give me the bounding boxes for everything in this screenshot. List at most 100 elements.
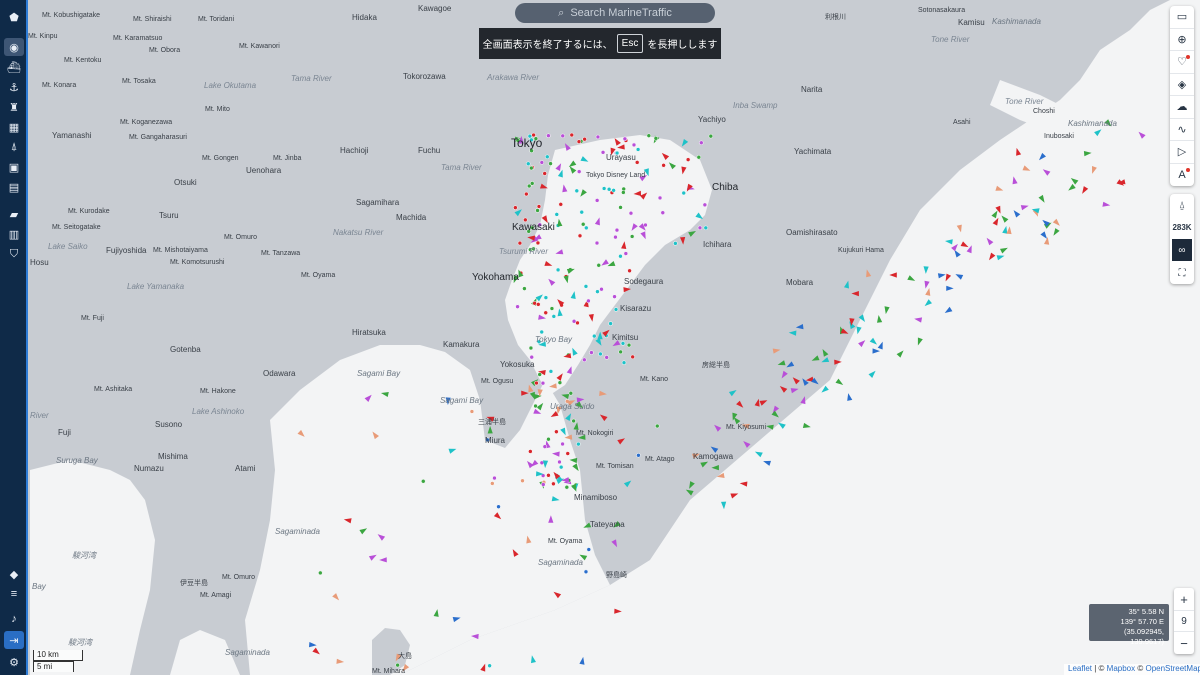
vessel-marker[interactable]: [681, 190, 686, 196]
vessel-marker[interactable]: [522, 286, 527, 291]
vessel-marker[interactable]: [592, 333, 597, 339]
fleet-icon[interactable]: ▤: [4, 178, 24, 196]
vessel-marker[interactable]: [618, 205, 623, 210]
vessel-marker[interactable]: [660, 210, 666, 215]
mapbox-link[interactable]: Mapbox: [1107, 664, 1135, 673]
vessel-marker[interactable]: [628, 210, 634, 216]
vessel-marker[interactable]: [576, 139, 582, 144]
vessel-marker[interactable]: [618, 254, 623, 259]
vessel-marker[interactable]: [708, 133, 714, 139]
vessel-marker[interactable]: [554, 429, 559, 434]
vessel-marker[interactable]: [635, 147, 641, 152]
vessel-marker[interactable]: [537, 372, 542, 377]
vessel-marker[interactable]: [543, 295, 549, 300]
vessel-marker[interactable]: [528, 449, 533, 454]
ship-icon[interactable]: ⛴: [4, 58, 24, 76]
vessel-marker[interactable]: [699, 140, 704, 146]
vessel-marker[interactable]: [594, 240, 600, 246]
vessel-marker[interactable]: [653, 136, 659, 141]
vessel-marker[interactable]: [496, 504, 501, 509]
vessel-marker[interactable]: [577, 233, 583, 239]
vessel-marker[interactable]: [583, 284, 589, 289]
vessel-marker[interactable]: [657, 195, 663, 201]
vessel-marker[interactable]: [576, 441, 581, 447]
vessel-marker[interactable]: [524, 191, 529, 197]
vessel-marker[interactable]: [549, 306, 555, 311]
vessel-marker[interactable]: [548, 369, 554, 374]
vessel-marker[interactable]: [551, 481, 556, 487]
vessel-marker[interactable]: [536, 302, 541, 307]
vessel-marker[interactable]: [560, 441, 565, 447]
folder-icon[interactable]: ▰: [4, 205, 24, 223]
vessel-marker[interactable]: [490, 481, 495, 486]
vessel-marker[interactable]: [622, 136, 628, 142]
vessel-marker[interactable]: [564, 484, 570, 490]
vessel-marker[interactable]: [543, 310, 548, 316]
vessel-marker[interactable]: [554, 212, 560, 217]
layers-icon[interactable]: ◈: [1170, 74, 1194, 96]
vessel-marker[interactable]: [571, 319, 577, 324]
vessel-marker[interactable]: [596, 263, 601, 268]
vessel-marker[interactable]: [571, 418, 576, 424]
vessel-marker[interactable]: [542, 171, 547, 176]
vessel-marker[interactable]: [636, 453, 641, 458]
vessel-marker[interactable]: [611, 188, 616, 193]
vessel-marker[interactable]: [600, 150, 606, 155]
vessel-marker[interactable]: [576, 169, 582, 174]
vessel-marker[interactable]: [534, 380, 539, 386]
vessel-marker[interactable]: [535, 240, 541, 246]
vessel-marker[interactable]: [545, 154, 550, 160]
infinity-icon[interactable]: ∞: [1172, 239, 1192, 261]
fullscreen-icon[interactable]: ⛶: [1170, 262, 1194, 284]
vessel-marker[interactable]: [604, 355, 609, 360]
filter-icon[interactable]: ⍙: [1170, 194, 1194, 216]
vessel-marker[interactable]: [618, 349, 623, 355]
vessel-marker[interactable]: [557, 380, 563, 385]
vessel-marker[interactable]: [582, 136, 587, 142]
vessel-marker[interactable]: [614, 227, 620, 233]
vessel-marker[interactable]: [631, 142, 637, 148]
vessel-marker[interactable]: [536, 204, 542, 209]
vessel-marker[interactable]: [626, 342, 632, 348]
vessel-marker[interactable]: [599, 286, 604, 292]
map-canvas[interactable]: Mt. Kobushigatake Mt. Shiraishi Mt. Torida…: [0, 0, 1200, 675]
vessel-marker[interactable]: [528, 345, 534, 351]
vessel-marker[interactable]: [703, 225, 709, 231]
vessel-marker[interactable]: [612, 294, 617, 299]
vessel-marker[interactable]: [492, 475, 497, 481]
vessel-marker[interactable]: [560, 133, 565, 139]
vessel-marker[interactable]: [558, 202, 564, 207]
container-icon[interactable]: ▦: [4, 118, 24, 136]
vessel-marker[interactable]: [598, 351, 603, 357]
vessel-marker[interactable]: [655, 423, 660, 429]
lighthouse-icon[interactable]: ♜: [4, 98, 24, 116]
vessel-marker[interactable]: [546, 473, 551, 478]
port-icon[interactable]: ⚓: [4, 78, 24, 96]
vessel-marker[interactable]: [583, 569, 589, 575]
vessel-marker[interactable]: [627, 268, 632, 274]
vessel-marker[interactable]: [517, 240, 523, 246]
vessel-marker[interactable]: [541, 482, 546, 487]
vessel-marker[interactable]: [558, 464, 564, 470]
photo-icon[interactable]: ▣: [4, 158, 24, 176]
vessel-marker[interactable]: [673, 241, 678, 246]
osm-link[interactable]: OpenStreetMap: [1145, 664, 1200, 673]
vessel-marker[interactable]: [579, 209, 584, 215]
vessel-marker[interactable]: [513, 205, 518, 210]
vessel-marker[interactable]: [696, 154, 702, 160]
tag-icon[interactable]: ◆: [4, 565, 24, 583]
database-icon[interactable]: ≡: [4, 585, 24, 603]
zoom-in-button[interactable]: +: [1174, 588, 1194, 610]
vessel-marker[interactable]: [529, 354, 534, 360]
vessel-marker[interactable]: [565, 451, 570, 456]
vessel-marker[interactable]: [685, 157, 691, 162]
vessel-marker[interactable]: [595, 134, 601, 140]
vessel-marker[interactable]: [546, 133, 551, 138]
vessel-marker[interactable]: [557, 459, 562, 465]
vessel-marker[interactable]: [613, 234, 618, 240]
vessel-marker[interactable]: [589, 350, 594, 355]
vessel-marker[interactable]: [318, 570, 323, 576]
vessel-marker[interactable]: [568, 391, 574, 396]
vessel-marker[interactable]: [542, 444, 548, 449]
table-icon[interactable]: ▥: [4, 225, 24, 243]
